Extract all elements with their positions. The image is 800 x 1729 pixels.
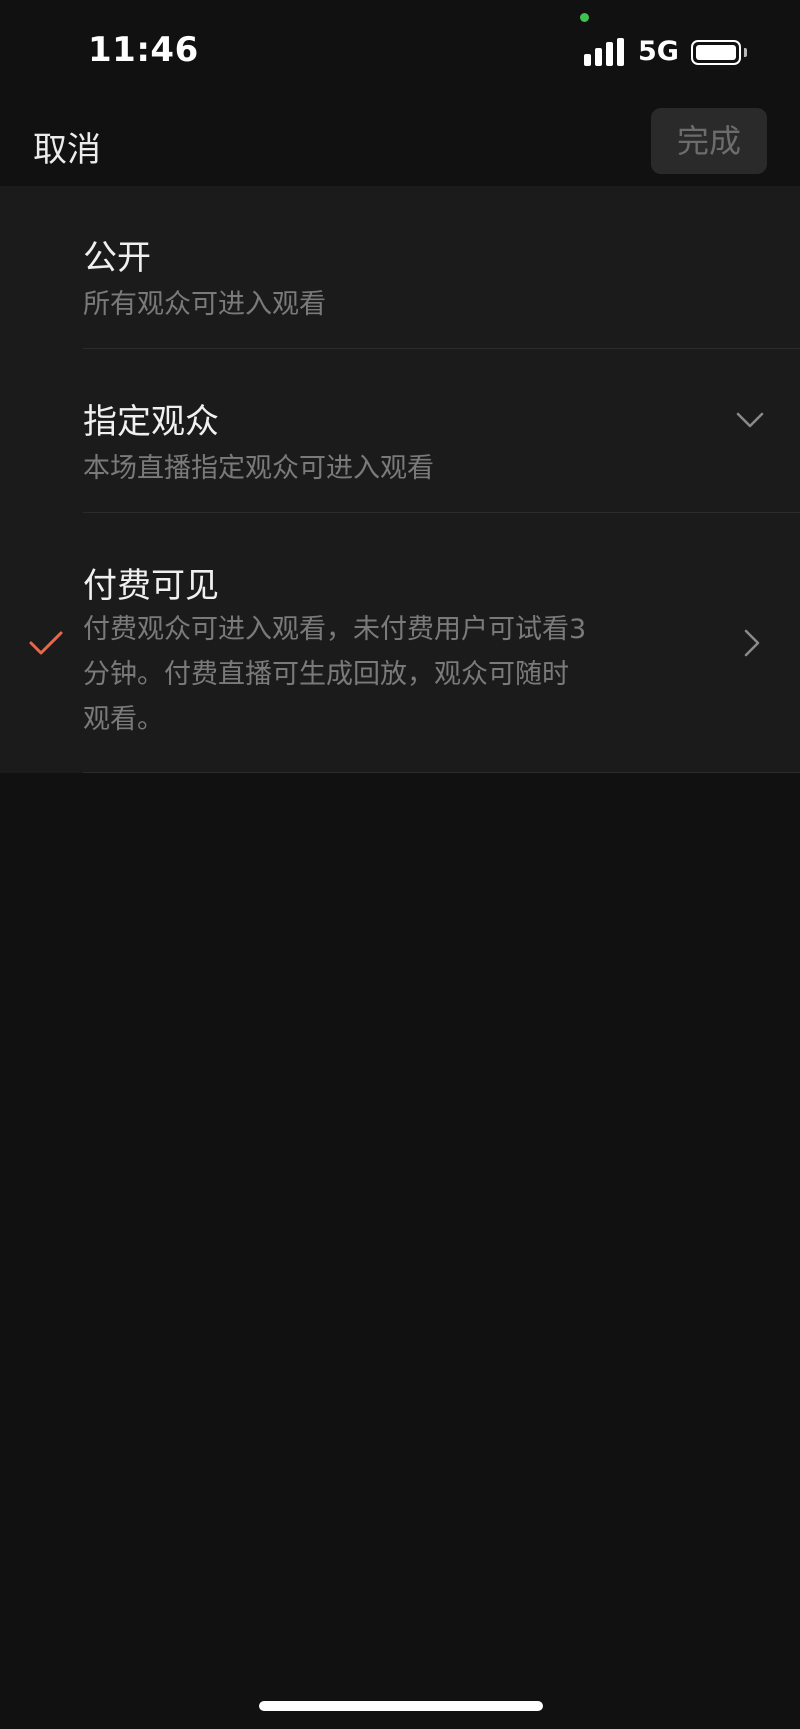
visibility-settings-screen: 11:46 5G 取消 完成 公开 所有观众可进入观看 指定观众 本场直播指定观… (0, 0, 800, 1729)
option-title: 公开 (83, 238, 151, 278)
nav-bar: 取消 完成 (0, 100, 800, 186)
option-paid-visible[interactable]: 付费可见 付费观众可进入观看，未付费用户可试看3分钟。付费直播可生成回放，观众可… (0, 513, 800, 773)
option-title: 付费可见 (83, 566, 219, 606)
battery-level (696, 45, 736, 60)
chevron-down-icon[interactable] (736, 411, 764, 429)
option-description: 所有观众可进入观看 (83, 289, 326, 320)
divider (83, 772, 800, 773)
option-specified-audience[interactable]: 指定观众 本场直播指定观众可进入观看 (0, 349, 800, 513)
signal-strength-icon (584, 38, 624, 66)
cancel-button[interactable]: 取消 (33, 122, 101, 171)
status-time: 11:46 (88, 30, 199, 70)
option-title: 指定观众 (83, 402, 219, 442)
visibility-options-list: 公开 所有观众可进入观看 指定观众 本场直播指定观众可进入观看 付费可见 付费观… (0, 186, 800, 773)
chevron-right-icon[interactable] (743, 628, 761, 658)
option-description: 本场直播指定观众可进入观看 (83, 453, 434, 484)
status-bar: 11:46 5G (0, 0, 800, 100)
network-type: 5G (638, 36, 679, 67)
battery-icon (691, 40, 741, 65)
privacy-indicator-dot (580, 13, 589, 22)
done-button[interactable]: 完成 (651, 108, 767, 174)
checkmark-icon (29, 631, 63, 655)
battery-cap (744, 48, 747, 57)
option-public[interactable]: 公开 所有观众可进入观看 (0, 186, 800, 349)
home-indicator[interactable] (259, 1701, 543, 1711)
option-description: 付费观众可进入观看，未付费用户可试看3分钟。付费直播可生成回放，观众可随时观看。 (83, 614, 587, 735)
